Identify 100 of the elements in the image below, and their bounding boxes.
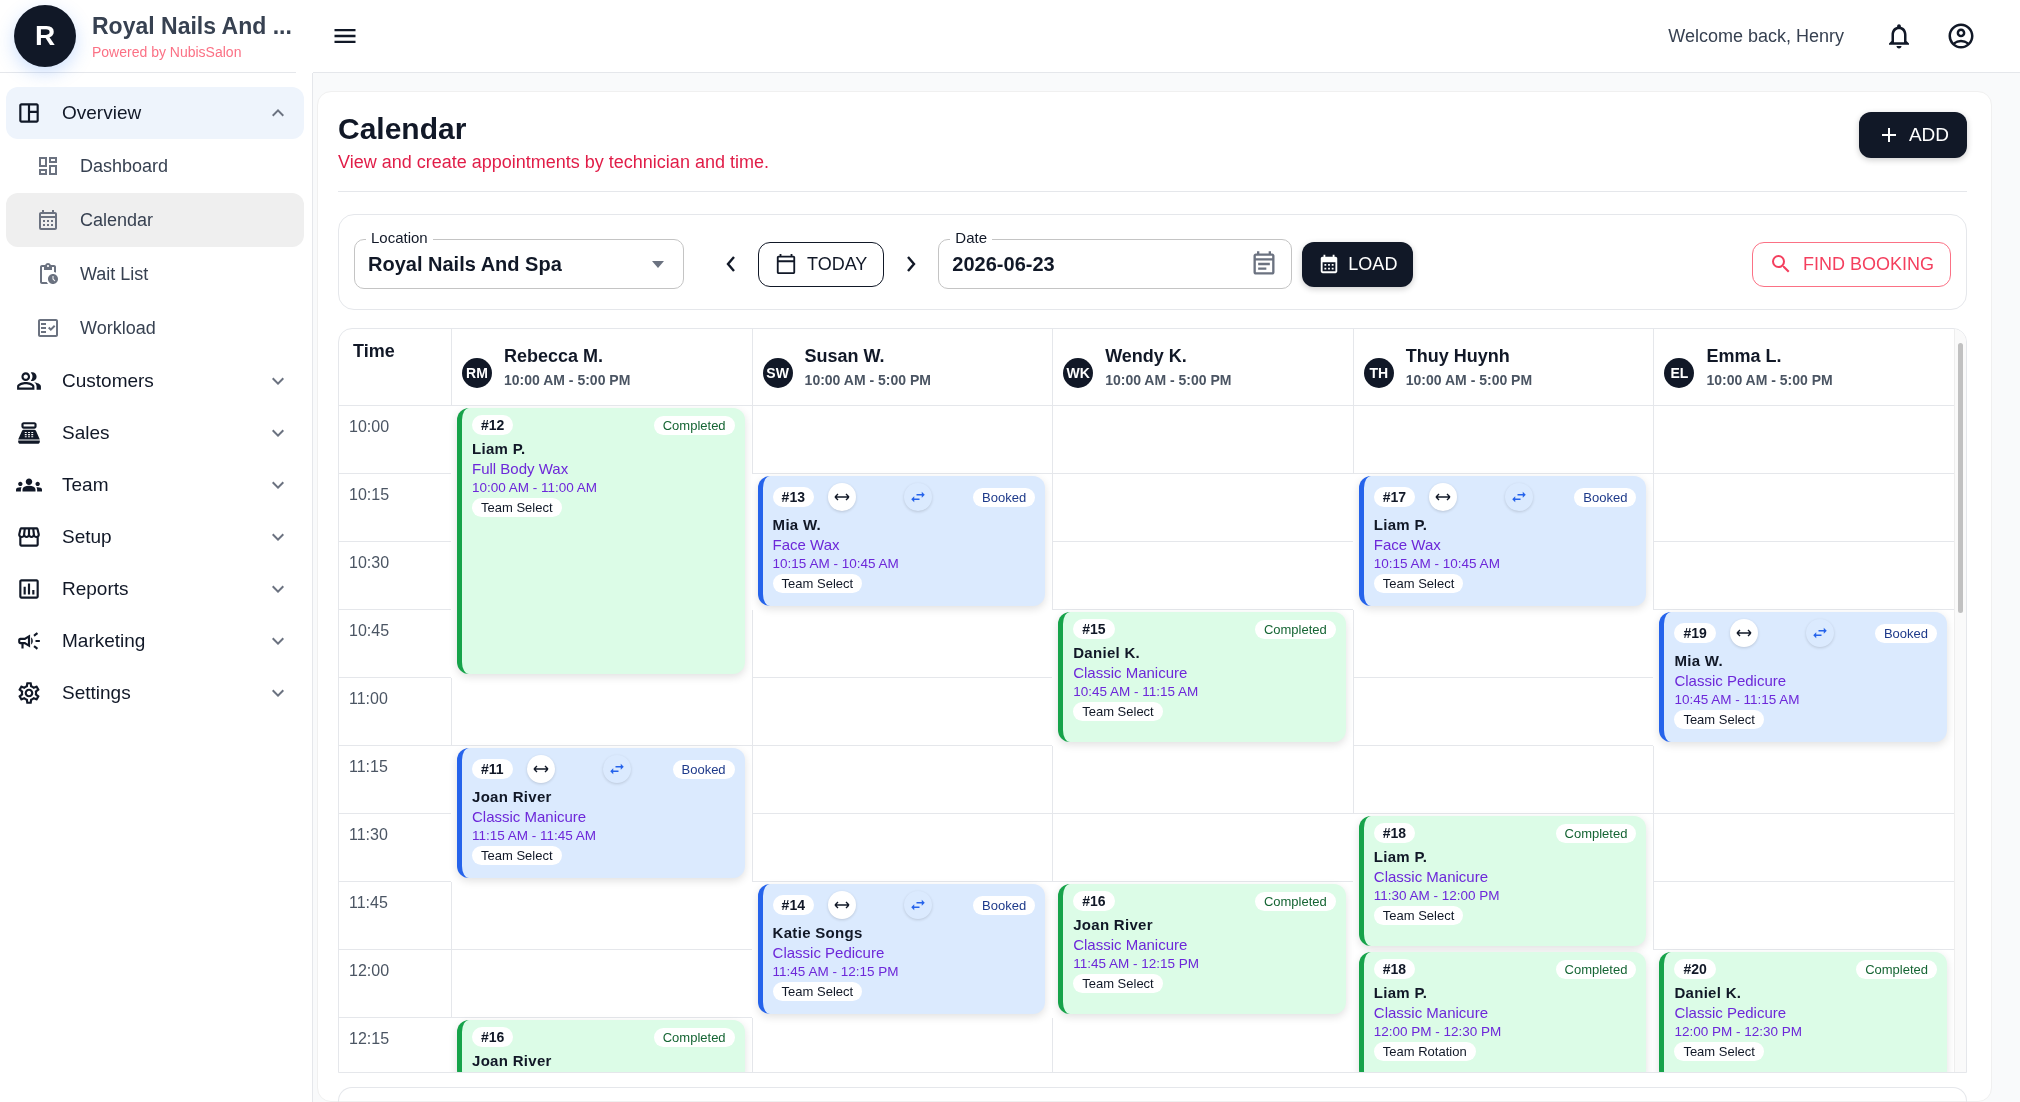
swap-button[interactable] (1505, 483, 1534, 511)
resize-button[interactable] (526, 755, 555, 783)
appointment-card[interactable]: #19 Booked Mia W. Classic Pedicure 10:45 AM - 11:15 AM Team Select (1659, 612, 1947, 742)
swap-button[interactable] (1805, 619, 1834, 647)
time-slot[interactable] (1052, 542, 1353, 610)
technician-name: Rebecca M. (504, 346, 605, 367)
swap-button[interactable] (903, 891, 932, 919)
status-badge: Completed (1856, 959, 1937, 979)
appointment-card[interactable]: #12 Completed Liam P. Full Body Wax 10:00 AM - 11:00 AM Team Select (457, 408, 745, 674)
swap-button[interactable] (903, 483, 932, 511)
client-name: Joan River (472, 1052, 553, 1069)
appointment-time: 10:15 AM - 10:45 AM (1373, 556, 1501, 571)
find-booking-button[interactable]: FIND BOOKING (1752, 241, 1951, 287)
appointment-card[interactable]: #18 Completed Liam P. Classic Manicure 12:00 PM - 12:30 PM Team Rotation (1358, 952, 1647, 1072)
add-button[interactable]: ADD (1858, 112, 1967, 158)
time-label: 10:00 (339, 406, 451, 474)
column-heading: Time (353, 341, 395, 362)
resize-button[interactable] (1429, 483, 1458, 511)
time-label: 11:15 (339, 746, 451, 814)
time-slot[interactable] (1052, 474, 1353, 542)
appointment-card[interactable]: #20 Completed Daniel K. Classic Pedicure 12:00 PM - 12:30 PM Team Select (1659, 952, 1947, 1072)
time-slot[interactable] (751, 678, 1053, 746)
status-badge: Completed (653, 1027, 735, 1047)
sidebar-item[interactable]: Overview (6, 87, 304, 139)
time-slot[interactable] (451, 882, 752, 950)
sidebar-subitem[interactable]: Calendar (6, 193, 304, 247)
checklist-icon (36, 316, 60, 340)
date-field[interactable]: Date 2026-06-23 (938, 229, 1293, 289)
sidebar-item[interactable]: Team (6, 459, 304, 511)
technician-avatar: WK (1063, 358, 1094, 388)
location-select[interactable]: Location Royal Nails And Spa (354, 229, 684, 289)
sidebar-subitem[interactable]: Workload (6, 301, 304, 355)
client-name: Joan River (472, 788, 553, 805)
appointment-time: 11:30 AM - 12:00 PM (1373, 888, 1501, 903)
team-tag: Team Select (1073, 702, 1163, 721)
appointment-card[interactable]: #11 Booked Joan River Classic Manicure 11:15 AM - 11:45 AM Team Select (457, 748, 745, 878)
appointment-card[interactable]: #15 Completed Daniel K. Classic Manicure 10:45 AM - 11:15 AM Team Select (1058, 612, 1346, 742)
sidebar-item[interactable]: Sales (6, 407, 304, 459)
client-name: Liam P. (1373, 848, 1429, 865)
time-slot[interactable] (751, 814, 1053, 882)
today-button[interactable]: TODAY (758, 241, 885, 287)
time-slot[interactable] (751, 610, 1053, 678)
appointment-card[interactable]: #14 Booked Katie Songs Classic Pedicure 11:45 AM - 12:15 PM Team Select (757, 884, 1046, 1014)
scrollbar[interactable] (1954, 329, 1966, 1072)
resize-button[interactable] (827, 891, 856, 919)
sidebar-item[interactable]: Marketing (6, 615, 304, 667)
service-name: Classic Pedicure (1674, 672, 1788, 689)
time-label: 12:00 (339, 950, 451, 1018)
status-badge: Booked (973, 487, 1036, 507)
technician-hours: 10:00 AM - 5:00 PM (1405, 372, 1533, 388)
time-slot[interactable] (1352, 406, 1654, 474)
time-slot[interactable] (1352, 678, 1654, 746)
time-slot[interactable] (1052, 746, 1353, 814)
time-slot[interactable] (1052, 406, 1353, 474)
time-slot[interactable] (751, 406, 1053, 474)
service-name: Classic Pedicure (772, 944, 886, 961)
swap-button[interactable] (602, 755, 631, 783)
appointment-number: #20 (1674, 959, 1716, 979)
sidebar-subitem[interactable]: Wait List (6, 247, 304, 301)
brand-subtitle: Powered by NubisSalon (92, 43, 243, 60)
time-label: 12:15 (339, 1018, 451, 1072)
appointment-time: 11:45 AM - 12:15 PM (1073, 956, 1200, 971)
resize-button[interactable] (1729, 619, 1758, 647)
appointment-card[interactable]: #16 Completed Joan River (457, 1020, 745, 1072)
time-slot[interactable] (1352, 610, 1654, 678)
technician-avatar: EL (1664, 358, 1695, 388)
resize-button[interactable] (827, 483, 856, 511)
appointment-time: 12:00 PM - 12:30 PM (1674, 1024, 1803, 1039)
appointment-time: 11:45 AM - 12:15 PM (772, 964, 900, 979)
service-name: Classic Manicure (1373, 1004, 1489, 1021)
sidebar-item[interactable]: Settings (6, 667, 304, 719)
appointment-card[interactable]: #16 Completed Joan River Classic Manicure 11:45 AM - 12:15 PM Team Select (1058, 884, 1346, 1014)
client-name: Katie Songs (772, 924, 864, 941)
status-badge: Booked (1874, 623, 1937, 643)
appointment-card[interactable]: #17 Booked Liam P. Face Wax 10:15 AM - 10:45 AM Team Select (1358, 476, 1647, 606)
technician-name: Emma L. (1706, 346, 1783, 367)
team-tag: Team Select (1373, 574, 1464, 593)
appointment-card[interactable]: #18 Completed Liam P. Classic Manicure 11:30 AM - 12:00 PM Team Select (1358, 816, 1647, 946)
time-label: 10:45 (339, 610, 451, 678)
time-label: 10:30 (339, 542, 451, 610)
chevron-left-icon (726, 256, 736, 272)
appointment-card[interactable]: #13 Booked Mia W. Face Wax 10:15 AM - 10:45 AM Team Select (757, 476, 1046, 606)
chevron-right-icon (906, 256, 917, 272)
client-name: Mia W. (772, 516, 823, 533)
service-name: Classic Manicure (472, 808, 588, 825)
sidebar-item[interactable]: Setup (6, 511, 304, 563)
time-slot[interactable] (751, 746, 1053, 814)
time-slot[interactable] (1352, 746, 1654, 814)
load-button[interactable]: LOAD (1302, 241, 1414, 287)
service-name: Classic Manicure (1073, 664, 1189, 681)
appointment-number: #13 (772, 487, 814, 507)
appointment-number: #14 (772, 895, 814, 915)
sidebar-item[interactable]: Reports (6, 563, 304, 615)
appointment-time: 10:45 AM - 11:15 AM (1073, 684, 1200, 699)
time-slot[interactable] (451, 678, 752, 746)
time-slot[interactable] (451, 950, 752, 1018)
dropdown-icon (652, 260, 664, 268)
time-slot[interactable] (1052, 814, 1353, 882)
sidebar-item[interactable]: Customers (6, 355, 304, 407)
sidebar-subitem[interactable]: Dashboard (6, 139, 304, 193)
